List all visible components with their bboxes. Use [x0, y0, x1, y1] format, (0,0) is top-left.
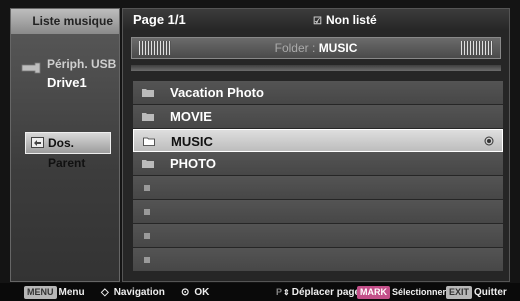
navigation-icon: ◇: [101, 287, 109, 298]
usb-icon: [21, 62, 41, 74]
parent-folder-button[interactable]: Dos. Parent: [25, 132, 111, 170]
non-liste-toggle[interactable]: ☑ Non listé: [313, 13, 377, 27]
drive-label[interactable]: Drive1: [47, 75, 87, 90]
folder-row[interactable]: PHOTO: [133, 152, 503, 176]
ok-icon: ⊙: [181, 287, 190, 298]
mark-hint[interactable]: MARK Sélectionner: [357, 286, 446, 299]
page-key: P: [276, 287, 283, 297]
empty-slot-icon: [144, 209, 150, 215]
current-folder-mark-icon: [484, 136, 494, 146]
navigation-label: Navigation: [113, 287, 165, 298]
page-arrows-icon: ⇕: [283, 288, 290, 297]
usb-device-label[interactable]: Périph. USB: [47, 57, 116, 71]
non-liste-label: Non listé: [325, 13, 377, 27]
left-panel: Liste musique Périph. USB Drive1 Dos. Pa…: [10, 8, 120, 282]
empty-row[interactable]: [133, 248, 503, 272]
folder-icon: [142, 160, 154, 168]
folder-name: MUSIC: [318, 41, 358, 55]
top-bar: Page 1/1 ☑ Non listé: [123, 9, 509, 31]
screen: Liste musique Périph. USB Drive1 Dos. Pa…: [0, 0, 520, 301]
file-browser: Page 1/1 ☑ Non listé Folder : MUSIC Vacat…: [122, 8, 510, 282]
mark-key: MARK: [357, 286, 390, 299]
page-label: Déplacer page: [291, 287, 361, 298]
mark-label: Sélectionner: [392, 287, 447, 297]
exit-label: Quitter: [474, 287, 507, 298]
folder-icon: [142, 113, 154, 121]
folder-name: MOVIE: [170, 109, 212, 124]
folder-path: Folder : MUSIC: [132, 41, 500, 55]
empty-row[interactable]: [133, 176, 503, 200]
menu-label: Menu: [58, 287, 85, 298]
exit-key: EXIT: [446, 286, 473, 299]
exit-hint[interactable]: EXIT Quitter: [446, 286, 507, 299]
folder-icon: [142, 89, 154, 97]
page-indicator: Page 1/1: [133, 12, 186, 27]
empty-slot-icon: [144, 233, 150, 239]
folder-label: Folder: [274, 41, 309, 55]
navigation-hint: ◇ Navigation: [101, 286, 165, 299]
menu-key: MENU: [24, 286, 57, 299]
ok-label: OK: [194, 287, 210, 298]
empty-row[interactable]: [133, 200, 503, 224]
checkbox-icon: ☑: [313, 16, 322, 27]
folder-name: MUSIC: [171, 134, 213, 149]
panel-title: Liste musique: [11, 9, 119, 34]
ok-hint[interactable]: ⊙ OK: [181, 286, 209, 299]
folder-name: Vacation Photo: [170, 85, 264, 100]
folder-separator: :: [312, 41, 316, 55]
folder-row[interactable]: MUSIC: [133, 129, 503, 152]
divider: [131, 65, 501, 71]
folder-name: PHOTO: [170, 156, 216, 171]
parent-folder-label: Dos. Parent: [48, 136, 86, 170]
folder-row[interactable]: MOVIE: [133, 105, 503, 129]
folder-bar: Folder : MUSIC: [131, 37, 501, 59]
folder-row[interactable]: Vacation Photo: [133, 81, 503, 105]
empty-slot-icon: [144, 257, 150, 263]
page-move-hint[interactable]: P⇕ Déplacer page: [276, 286, 360, 299]
bottom-key-bar: MENU Menu ◇ Navigation ⊙ OK P⇕ Déplacer page…: [0, 283, 520, 301]
empty-slot-icon: [144, 185, 150, 191]
empty-row[interactable]: [133, 224, 503, 248]
file-list: Vacation Photo MOVIE MUSIC PHOTO: [133, 81, 503, 272]
menu-key-hint[interactable]: MENU Menu: [24, 286, 85, 299]
folder-icon: [143, 137, 155, 146]
parent-folder-icon: [31, 137, 44, 148]
